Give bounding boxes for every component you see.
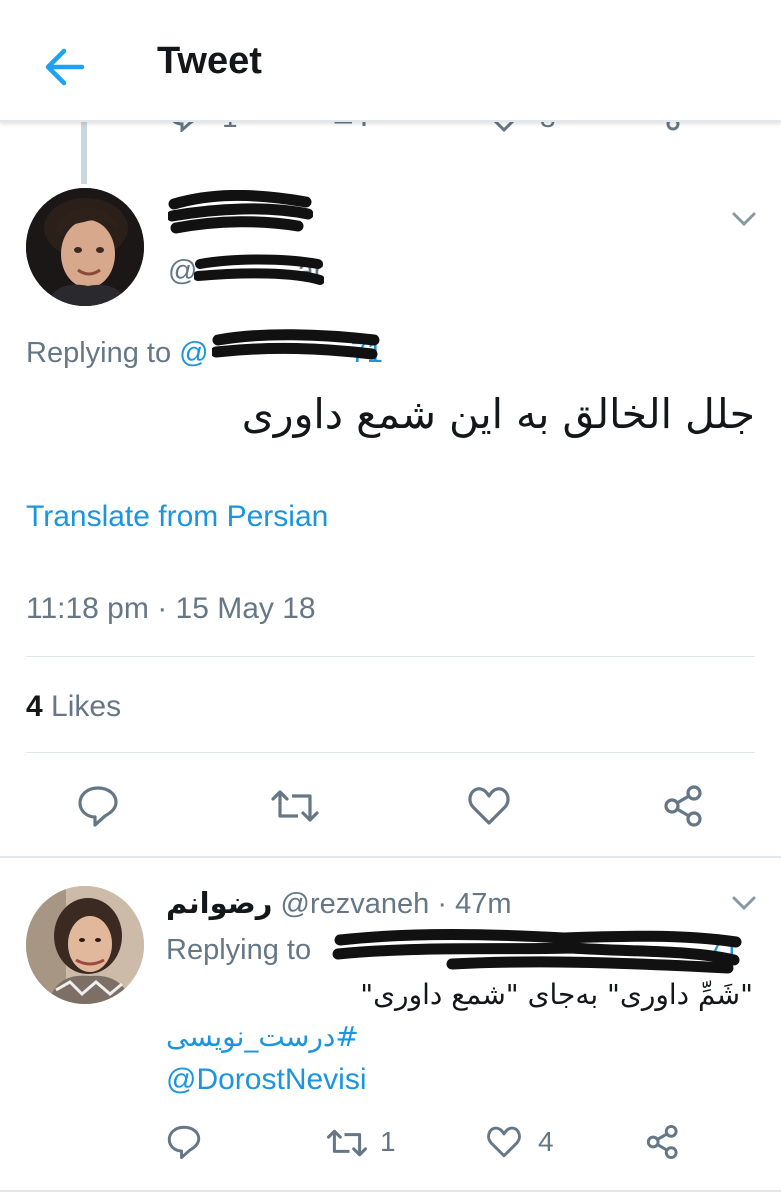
divider: [26, 656, 755, 657]
retweet-count: 1: [380, 1126, 396, 1157]
heart-icon: [468, 787, 510, 825]
avatar[interactable]: [26, 188, 144, 306]
reply-handle[interactable]: @rezvaneh: [281, 888, 430, 920]
reply-time: · 47m: [437, 888, 512, 920]
mention-link[interactable]: @DorostNevisi: [166, 1063, 367, 1097]
arrow-left-icon: [45, 48, 85, 86]
chevron-down-icon[interactable]: [731, 209, 757, 229]
translate-link[interactable]: Translate from Persian: [26, 500, 328, 534]
share-icon: [664, 785, 702, 827]
likes-count-link[interactable]: 4 Likes: [26, 690, 121, 724]
page-title: Tweet: [157, 40, 262, 82]
retweet-button[interactable]: [270, 786, 320, 826]
reply-icon: [78, 786, 118, 827]
reply-button[interactable]: [76, 784, 120, 828]
retweet-icon: [327, 1129, 367, 1157]
share-icon: [646, 1124, 678, 1160]
chevron-down-icon[interactable]: [731, 893, 757, 913]
redacted-display-name: [168, 190, 313, 234]
redacted-reply-handles: [332, 929, 742, 974]
reply-text: "شَمِّ داوری" به‌جای "شمع داوری": [360, 978, 753, 1011]
like-button[interactable]: [467, 785, 511, 827]
reply-author-line: رضوانم @rezvaneh · 47m: [166, 886, 512, 921]
back-button[interactable]: [40, 42, 90, 92]
thread-connector: [81, 118, 87, 184]
redacted-reply-handle: [212, 329, 380, 360]
retweet-button[interactable]: [326, 1126, 368, 1160]
section-divider: [0, 1190, 781, 1192]
reply-icon: [167, 1125, 201, 1160]
share-button[interactable]: [645, 1124, 681, 1160]
redacted-handle: [194, 254, 324, 285]
share-button[interactable]: [662, 784, 706, 828]
avatar[interactable]: [26, 886, 144, 1004]
reply-display-name[interactable]: رضوانم: [166, 886, 272, 920]
tweet-timestamp: 11:18 pm · 15 May 18: [26, 592, 316, 625]
like-button[interactable]: [486, 1125, 522, 1159]
tweet-text: جلل الخالق به این شمع داوری: [241, 390, 755, 438]
divider: [26, 752, 755, 753]
reply-button[interactable]: [166, 1124, 202, 1160]
app-header: Tweet: [0, 0, 781, 122]
retweet-icon: [271, 790, 319, 822]
heart-icon: [487, 1126, 521, 1158]
like-count: 4: [538, 1126, 554, 1157]
section-divider: [0, 856, 781, 858]
hashtag-link[interactable]: #درست_نویسی: [166, 1020, 359, 1053]
